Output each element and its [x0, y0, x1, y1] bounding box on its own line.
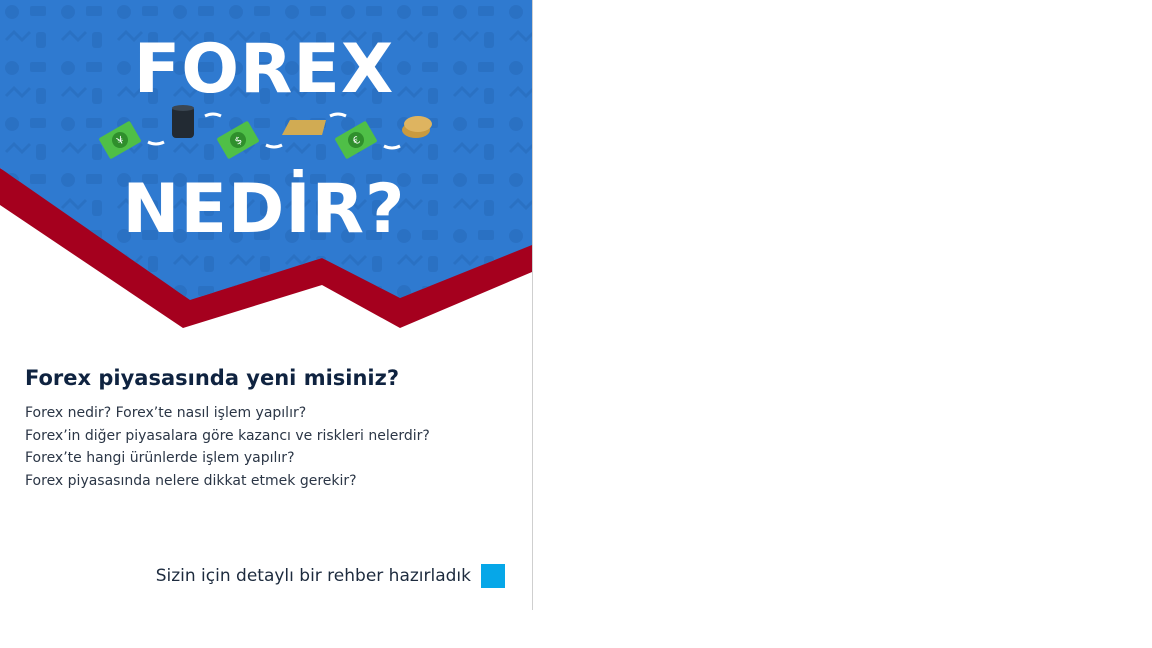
guide-label[interactable]: Sizin için detaylı bir rehber hazırladık: [156, 566, 471, 586]
intro-heading: Forex piyasasında yeni misiniz?: [25, 366, 400, 390]
hero-title-line1: FOREX: [134, 30, 395, 109]
question-item: Forex’te hangi ürünlerde işlem yapılır?: [25, 450, 295, 466]
oil-barrel-icon: [172, 105, 194, 138]
guide-arrow-button[interactable]: [481, 564, 505, 588]
forex-promo-card[interactable]: FOREX NEDİR? ¥ $ € Forex piyasasında yen…: [0, 0, 533, 610]
hero-title-line2: NEDİR?: [123, 169, 406, 249]
guide-link[interactable]: Sizin için detaylı bir rehber hazırladık: [156, 564, 505, 588]
intro-section: Forex piyasasında yeni misiniz? Forex ne…: [25, 366, 515, 492]
question-item: Forex piyasasında nelere dikkat etmek ge…: [25, 472, 357, 489]
question-list: Forex nedir? Forex’te nasıl işlem yapılı…: [25, 402, 515, 492]
hero-banner[interactable]: FOREX NEDİR? ¥ $ €: [0, 0, 532, 330]
question-item: Forex nedir? Forex’te nasıl işlem yapılı…: [25, 405, 307, 421]
question-item: Forex’in diğer piyasalara göre kazancı v…: [25, 427, 430, 444]
hero-illustration: FOREX NEDİR? ¥ $ €: [0, 0, 532, 328]
